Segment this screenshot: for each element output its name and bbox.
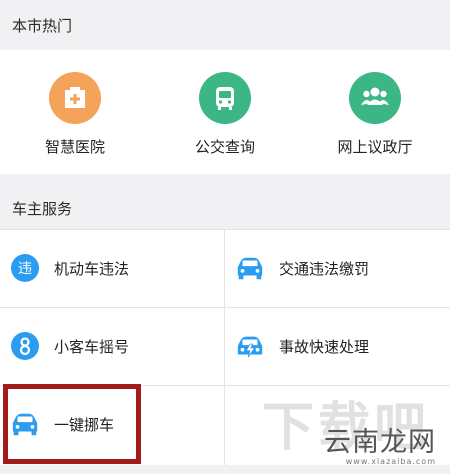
hot-item-bus-query[interactable]: 公交查询 [150,50,300,174]
hot-item-online-hall[interactable]: 网上议政厅 [300,50,450,174]
hospital-icon [49,72,101,124]
car-payment-icon [235,253,265,283]
service-accident[interactable]: 事故快速处理 [225,307,449,385]
car-accident-icon [235,331,265,361]
service-label: 交通违法缴罚 [279,259,370,278]
violation-icon: 违 [10,253,40,283]
service-label: 机动车违法 [54,259,130,278]
hot-item-smart-hospital[interactable]: 智慧医院 [0,50,150,174]
service-label: 小客车摇号 [54,337,130,356]
service-violation[interactable]: 违 机动车违法 [0,229,224,307]
lottery-icon [10,331,40,361]
hot-item-label: 公交查询 [194,138,255,156]
bus-icon [199,72,251,124]
svg-text:违: 违 [18,261,32,277]
city-hot-title: 本市热门 [12,16,73,35]
watermark-text: 云南龙网 [324,427,436,458]
service-label: 事故快速处理 [279,337,370,356]
hot-item-label: 网上议政厅 [337,138,413,156]
city-hot-panel: 智慧医院 公交查询 网上议政厅 [0,50,450,174]
watermark: 云南龙网 www.xiazaiba.com [324,420,436,466]
highlight-box [3,384,141,464]
hot-item-label: 智慧医院 [44,138,105,156]
car-services-title: 车主服务 [12,199,73,218]
service-car-lottery[interactable]: 小客车摇号 [0,307,224,385]
people-icon [349,72,401,124]
service-fine-payment[interactable]: 交通违法缴罚 [225,229,449,307]
